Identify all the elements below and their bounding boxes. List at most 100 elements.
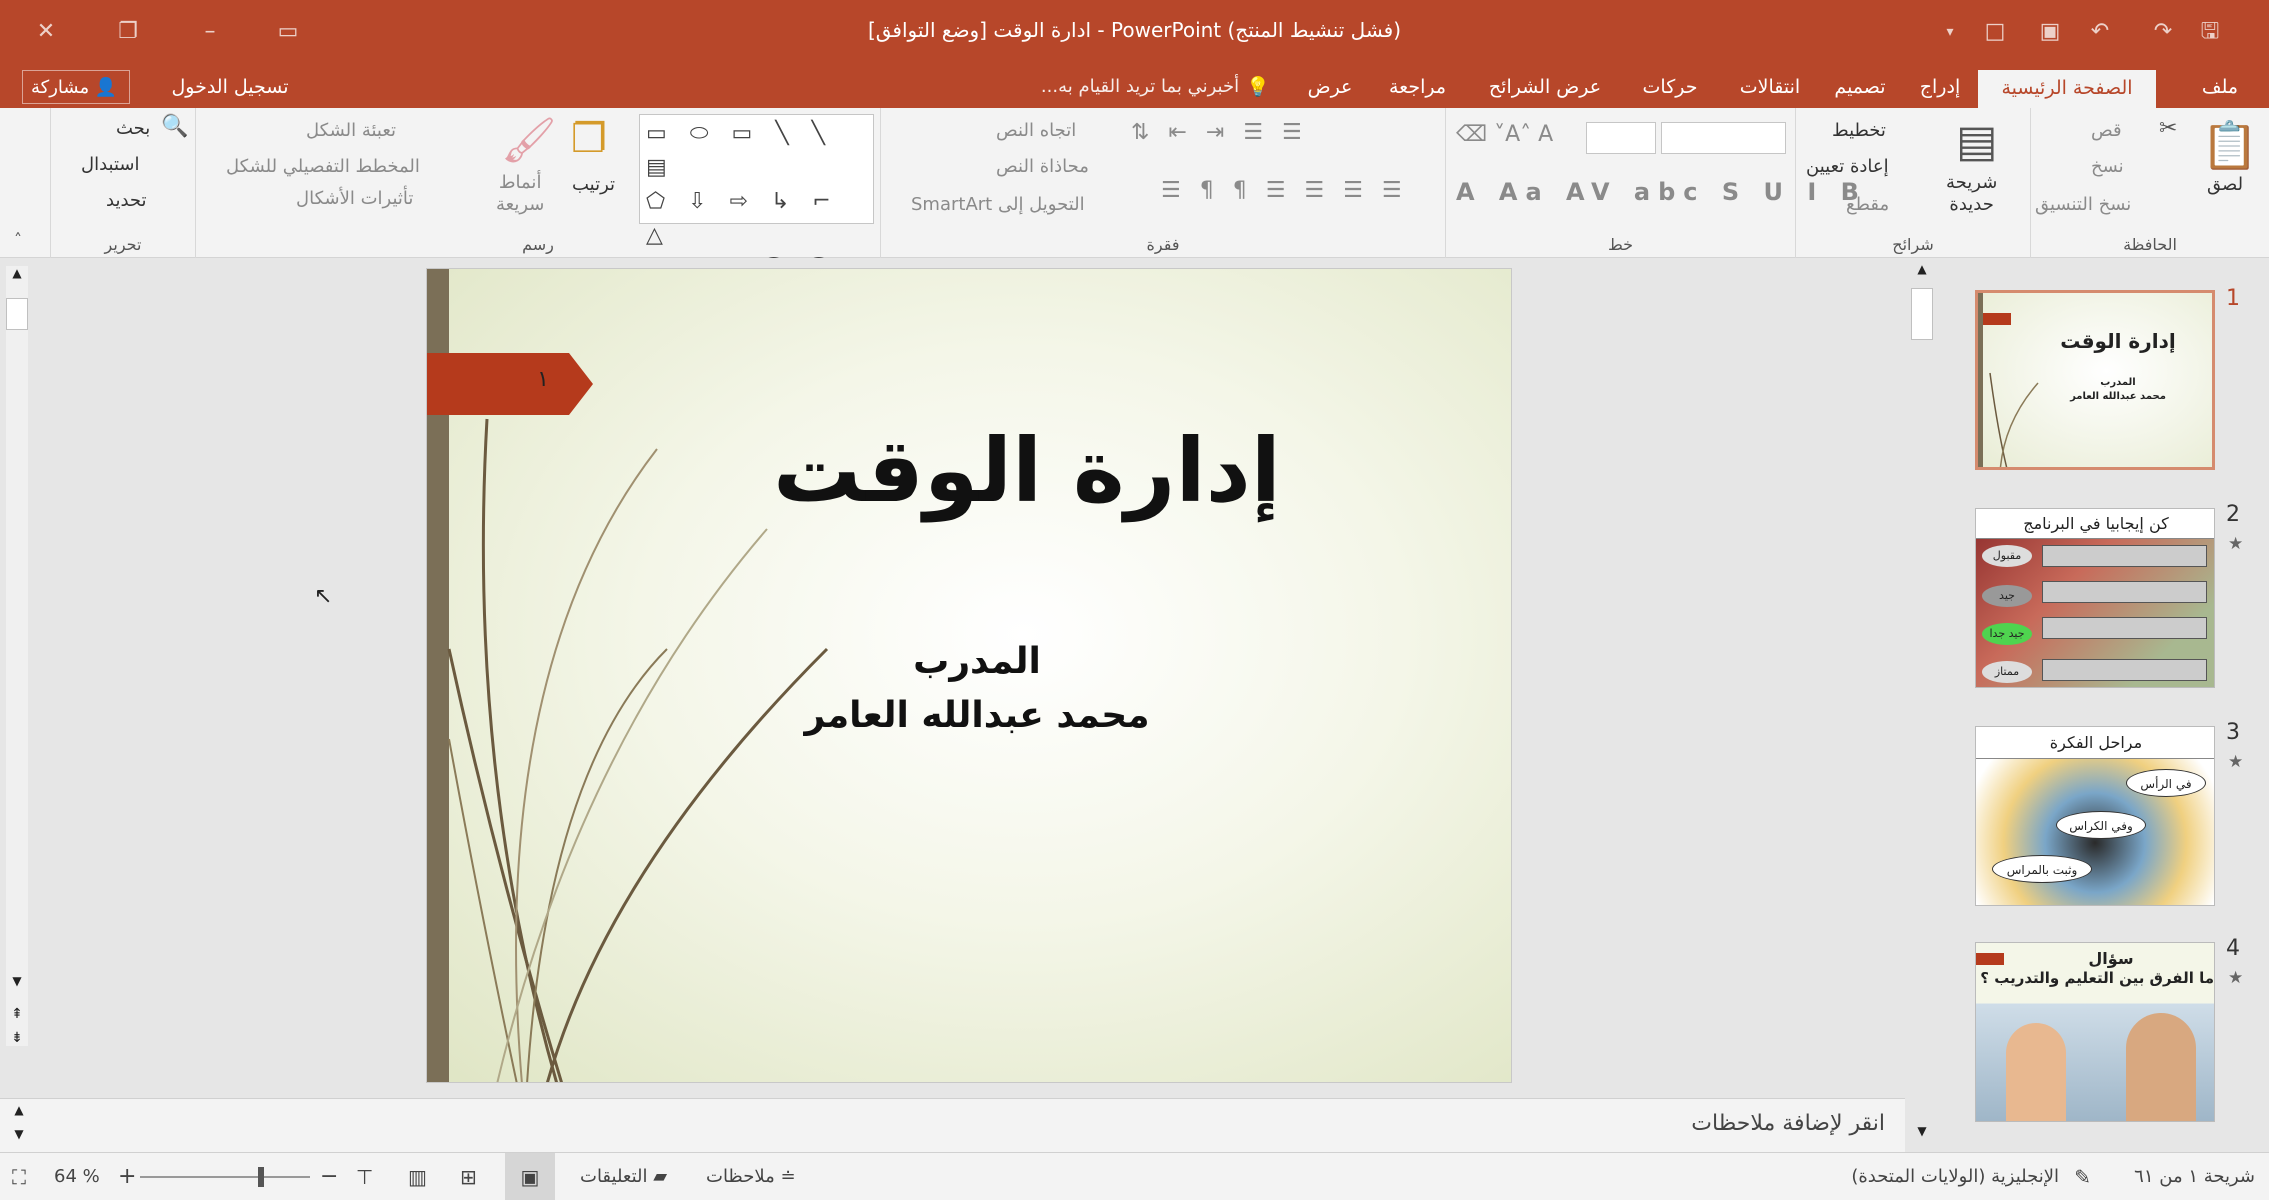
next-slide-icon[interactable]: ⇟ [6,1030,28,1046]
slide-sorter-icon[interactable]: ⊞ [460,1153,477,1200]
slideshow-view-icon[interactable]: ⊤ [356,1153,373,1200]
layout-button[interactable]: تخطيط [1832,120,1886,141]
minimize-icon[interactable]: – [190,12,230,52]
paste-icon[interactable]: 📋 [2201,118,2258,173]
restore-icon[interactable]: ❐ [108,12,148,52]
tab-insert[interactable]: إدراج [1910,66,1970,108]
zoom-slider-thumb[interactable] [258,1167,264,1187]
scissors-icon: ✂ [2159,116,2178,141]
close-icon[interactable]: ✕ [26,12,66,52]
tab-transitions[interactable]: انتقالات [1725,66,1815,108]
font-grow-icons[interactable]: A˄ A˅ ⌫ [1456,122,1553,147]
notes-placeholder[interactable]: انقر لإضافة ملاحظات [1691,1111,1885,1136]
scroll-down-icon[interactable]: ▼ [6,974,28,996]
thumbnail-1[interactable]: إدارة الوقت المدرب محمد عبدالله العامر [1975,290,2215,470]
scroll-up-icon[interactable]: ▲ [6,266,28,288]
share-button[interactable]: مشاركة 👤 [22,70,131,104]
language-indicator[interactable]: الإنجليزية (الولايات المتحدة) [1851,1153,2059,1200]
mouse-pointer-icon: ↖ [314,584,333,609]
text-direction-button[interactable]: اتجاه النص [996,120,1076,141]
thumbs-scroll-thumb[interactable] [1911,288,1933,340]
font-format-icons[interactable]: A Aa AV abc S U I B [1456,178,1867,206]
tab-design[interactable]: تصميم [1820,66,1900,108]
thumb-number-2: 2 [2226,502,2240,527]
thumbnail-scroll-track: ▲ ▼ [1905,258,1937,1158]
cut-button[interactable]: قص [2091,120,2122,141]
spelling-icon[interactable]: ✎ [2074,1153,2091,1200]
tab-animations[interactable]: حركات [1635,66,1705,108]
thumb-number-1: 1 [2226,286,2240,311]
notes-scroll-up-icon[interactable]: ▲ [8,1103,30,1117]
normal-view-icon[interactable]: ▣ [505,1153,555,1200]
group-paragraph: ⇅ ⇤ ⇥ ☰ ☰ ☰ ¶ ¶ ☰ ☰ ☰ ☰ اتجاه النص محاذا… [880,108,1445,258]
slide-title[interactable]: إدارة الوقت [727,419,1327,522]
thumb-number-3: 3 [2226,720,2240,745]
fit-slide-icon[interactable]: ⛶ [12,1153,26,1200]
thumb2-box [2042,545,2207,567]
quick-styles-button[interactable]: أنماط سريعة [496,172,544,216]
copy-button[interactable]: نسخ [2091,156,2124,177]
notes-toggle[interactable]: ≐ ملاحظات [706,1153,796,1200]
find-button[interactable]: بحث [116,118,150,139]
tab-review[interactable]: مراجعة [1380,66,1455,108]
arrange-icon: ❐ [571,116,607,162]
reset-button[interactable]: إعادة تعيين [1806,156,1889,177]
scroll-thumb[interactable] [6,298,28,330]
thumb2-tag: ممتاز [1982,661,2032,683]
tab-slideshow[interactable]: عرض الشرائح [1475,66,1615,108]
thumbs-scroll-down-icon[interactable]: ▼ [1911,1124,1933,1146]
comments-toggle[interactable]: ▰ التعليقات [580,1153,667,1200]
sign-in-link[interactable]: تسجيل الدخول [160,66,300,108]
notes-pane[interactable]: ▲ ▼ انقر لإضافة ملاحظات [0,1098,1905,1152]
thumbnail-4[interactable]: سؤال ما الفرق بين التعليم والتدريب ؟ [1975,942,2215,1122]
group-font: A˄ A˅ ⌫ A Aa AV abc S U I B خط [1445,108,1859,258]
font-name-box[interactable] [1661,122,1786,154]
arrange-button[interactable]: ترتيب [572,174,615,195]
comment-icon: ▰ [647,1166,668,1187]
select-button[interactable]: تحديد [106,190,147,211]
shapes-gallery[interactable]: ▭ ⬭ ▭ ╲ ╲ ▤⬠ ⇩ ⇨ ↳ ⌐ △☆ } { ⌒ ⌒ ↯ [639,114,874,316]
replace-button[interactable]: استبدال [81,154,139,175]
collapse-ribbon-icon[interactable]: ˄ [14,230,22,249]
shape-fill-button[interactable]: تعبئة الشكل [306,120,396,141]
shape-outline-button[interactable]: المخطط التفصيلي للشكل [226,156,420,177]
quick-styles-icon: 🖌 [501,115,557,166]
find-icon: 🔍 [161,114,189,139]
zoom-slider-track[interactable] [140,1176,310,1178]
notes-scroll-down-icon[interactable]: ▼ [8,1127,30,1141]
list-indent-icons[interactable]: ⇅ ⇤ ⇥ ☰ ☰ [1131,120,1308,145]
new-slide-icon: ▤ [1956,116,1998,167]
zoom-in-icon[interactable]: + [118,1153,136,1200]
zoom-level[interactable]: 64 % [54,1153,100,1200]
thumb2-tag: جيد [1982,585,2032,607]
current-slide[interactable]: ١ إدارة الوقت المدرب محمد عبدالله العامر [426,268,1512,1083]
tab-view[interactable]: عرض [1300,66,1360,108]
prev-slide-icon[interactable]: ⇞ [6,1006,28,1022]
ribbon-display-icon[interactable]: ▭ [268,12,308,52]
thumb2-box [2042,617,2207,639]
thumbnail-3[interactable]: مراحل الفكرة في الرأس وفي الكراس وثبت با… [1975,726,2215,906]
tab-file[interactable]: ملف [2190,66,2250,108]
smartart-button[interactable]: التحويل إلى SmartArt [911,194,1085,215]
new-slide-button[interactable]: شريحة حديدة [1946,172,1997,216]
tab-home[interactable]: الصفحة الرئيسية [1978,70,2156,108]
align-text-button[interactable]: محاذاة النص [996,156,1089,177]
align-icons[interactable]: ☰ ¶ ¶ ☰ ☰ ☰ ☰ [1161,178,1408,203]
thumb3-animation-icon: ★ [2228,752,2244,772]
reading-view-icon[interactable]: ▥ [408,1153,427,1200]
slide-subtitle-trainer[interactable]: المدرب [727,641,1227,682]
thumb2-box [2042,659,2207,681]
zoom-out-icon[interactable]: − [320,1153,338,1200]
shape-effects-button[interactable]: تأثيرات الأشكال [296,188,413,209]
thumbnail-2[interactable]: كن إيجابيا في البرنامج مقبول جيد جيد جدا… [1975,508,2215,688]
slide-subtitle-name[interactable]: محمد عبدالله العامر [727,695,1227,736]
paste-button[interactable]: لصق [2207,174,2243,195]
font-size-box[interactable] [1586,122,1656,154]
tell-me-search[interactable]: أخبرني بما تريد القيام به... [1005,66,1275,108]
thumbs-scroll-up-icon[interactable]: ▲ [1911,262,1933,284]
format-painter-button[interactable]: نسخ التنسيق [2035,194,2131,215]
notes-icon: ≐ [774,1166,796,1187]
thumb-number-4: 4 [2226,936,2240,961]
editor-scrollbar[interactable]: ▲ ▼ ⇞ ⇟ [6,266,28,1046]
editing-label: تحرير [104,235,142,254]
